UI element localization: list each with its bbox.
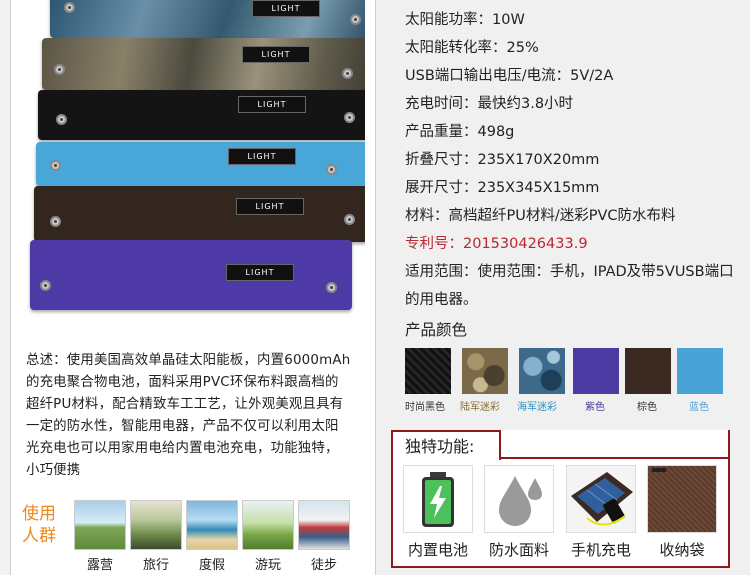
spec-weight: 产品重量：498g [405,124,515,140]
product-summary: 总述：使用美国高效单晶硅太阳能板，内置6000mAh的充电聚合物电池，面料采用P… [26,353,351,478]
swatch-label: 时尚黑色 [405,402,445,413]
leisure-photo [242,500,294,550]
usage-caption: 徒步 [310,558,337,573]
panel-brand-tag: LIGHT [228,148,296,165]
spec-list: 太阳能功率：10W 太阳能转化率：25% USB端口输出电压/电流：5V/2A … [405,6,745,314]
grommet [40,280,51,291]
spec-folded-size: 折叠尺寸：235X170X20mm [405,152,600,168]
usage-label: 使用人群 [22,504,56,546]
grommet [56,114,67,125]
panel-brand-tag: LIGHT [226,264,294,281]
feature-battery: 内置电池 [403,465,473,560]
usage-item-camping: 露营 [74,500,126,573]
grommet [50,216,61,227]
panel-brand-tag: LIGHT [252,0,320,17]
usage-item-leisure: 游玩 [242,500,294,573]
product-image: LIGHT LIGHT LIGHT LIGHT LIGHT LIGHT [20,0,365,318]
spec-efficiency: 太阳能转化率：25% [405,40,539,56]
usage-caption: 游玩 [254,558,281,573]
spec-material: 材料：高档超纤PU材料/迷彩PVC防水布料 [405,208,676,224]
usage-caption: 度假 [198,558,225,573]
feature-phone-charging: 手机充电 [566,465,636,560]
feature-waterproof: 防水面料 [484,465,554,560]
features-title: 独特功能: [391,430,501,460]
swatch-blue [677,348,723,394]
panel-purple: LIGHT [30,240,352,310]
spec-unfolded-size: 展开尺寸：235X345X15mm [405,180,600,196]
grommet [342,68,353,79]
grommet [326,282,337,293]
travel-photo [130,500,182,550]
panel-brand-tag: LIGHT [242,46,310,63]
vacation-photo [186,500,238,550]
bag-label [652,468,666,472]
panel-brand-tag: LIGHT [236,198,304,215]
usage-item-travel: 旅行 [130,500,182,573]
hiking-photo [298,500,350,550]
grommet [54,64,65,75]
water-drop-icon [484,465,554,533]
grommet [344,112,355,123]
spec-power: 太阳能功率：10W [405,12,525,28]
spec-patent: 专利号：201530426433.9 [405,236,588,252]
feature-caption: 内置电池 [407,541,468,559]
panel-gray-camo: LIGHT [42,38,365,90]
swatch-label: 棕色 [637,402,657,413]
feature-caption: 手机充电 [570,541,631,559]
panel-black: LIGHT [38,90,365,140]
usage-item-vacation: 度假 [186,500,238,573]
feature-storage-bag: 收纳袋 [647,465,717,560]
swatch-label: 蓝色 [689,402,709,413]
camping-photo [74,500,126,550]
swatch-brown [625,348,671,394]
usage-caption: 旅行 [142,558,169,573]
grommet [50,160,61,171]
feature-caption: 防水面料 [488,541,549,559]
grommet [350,14,361,25]
swatch-purple [573,348,619,394]
panel-brand-tag: LIGHT [238,96,306,113]
usage-item-hiking: 徒步 [298,500,350,573]
battery-icon [403,465,473,533]
swatch-label: 陆军迷彩 [460,402,500,413]
grommet [326,164,337,175]
usage-caption: 露营 [86,558,113,573]
spec-usb-output: USB端口输出电压/电流：5V/2A [405,68,614,84]
phone-charging-icon [566,465,636,533]
storage-bag-icon [647,465,717,533]
swatch-label: 海军迷彩 [517,402,557,413]
swatch-black [405,348,451,394]
spec-charge-time: 充电时间：最快约3.8小时 [405,96,574,112]
panel-dark-brown: LIGHT [34,186,365,242]
panel-blue-camo: LIGHT [50,0,365,38]
swatch-army-camo [462,348,508,394]
feature-caption: 收纳袋 [659,541,705,559]
swatch-navy-camo [519,348,565,394]
colors-title: 产品颜色 [405,321,468,339]
panel-sky-blue: LIGHT [36,142,365,186]
swatch-label: 紫色 [585,402,605,413]
features-divider [501,457,730,459]
grommet [64,2,75,13]
spec-applicability: 适用范围：使用范围：手机，IPAD及带5VUSB端口的用电器。 [405,264,734,308]
grommet [344,214,355,225]
